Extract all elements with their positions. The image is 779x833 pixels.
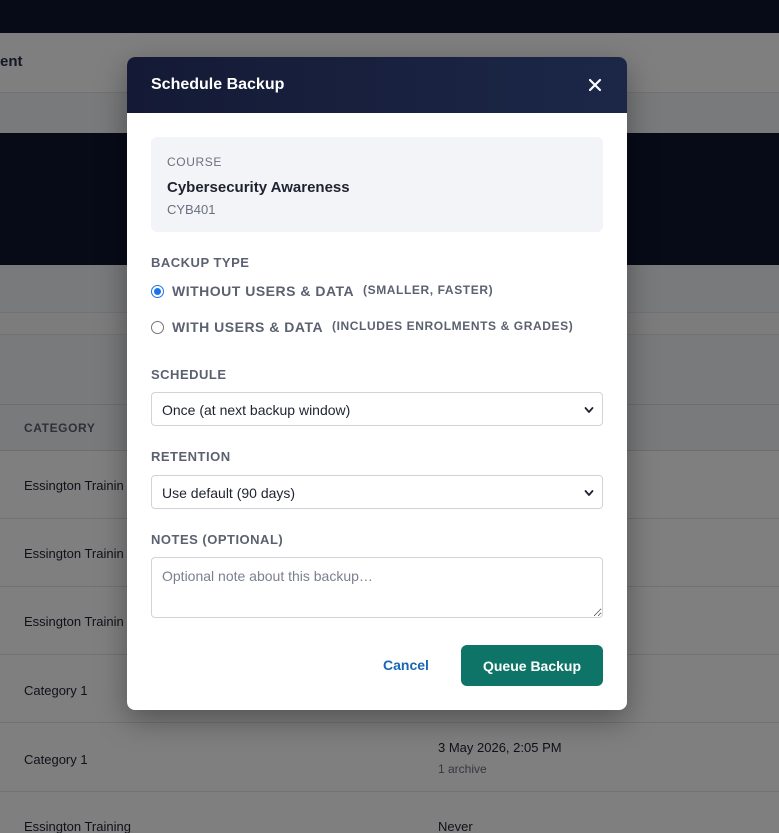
close-button[interactable] <box>583 73 607 97</box>
option-hint: (INCLUDES ENROLMENTS & GRADES) <box>332 319 574 333</box>
option-hint: (SMALLER, FASTER) <box>363 283 494 297</box>
schedule-backup-dialog: Schedule Backup COURSE Cybersecurity Awa… <box>127 57 627 710</box>
notes-label: NOTES (OPTIONAL) <box>151 532 284 547</box>
course-code: CYB401 <box>167 202 216 217</box>
backup-type-label: BACKUP TYPE <box>151 255 250 270</box>
course-label: COURSE <box>167 155 222 169</box>
chevron-down-icon <box>584 405 594 415</box>
option-label: WITH USERS & DATA <box>172 319 324 335</box>
course-name: Cybersecurity Awareness <box>167 179 350 196</box>
schedule-selected-value: Once (at next backup window) <box>162 402 351 418</box>
cancel-button[interactable]: Cancel <box>363 647 449 683</box>
radio-button-checked[interactable] <box>151 285 164 298</box>
backup-type-option-without-users[interactable]: WITHOUT USERS & DATA (SMALLER, FASTER) <box>151 282 603 302</box>
dialog-title: Schedule Backup <box>151 76 285 93</box>
schedule-label: SCHEDULE <box>151 367 227 382</box>
dialog-header: Schedule Backup <box>127 57 627 113</box>
notes-textarea[interactable] <box>151 557 603 618</box>
retention-label: RETENTION <box>151 449 231 464</box>
queue-backup-button[interactable]: Queue Backup <box>461 645 603 686</box>
backup-type-option-with-users[interactable]: WITH USERS & DATA (INCLUDES ENROLMENTS &… <box>151 318 603 338</box>
close-icon <box>583 73 607 97</box>
course-summary-card: COURSE Cybersecurity Awareness CYB401 <box>151 137 603 232</box>
radio-button[interactable] <box>151 321 164 334</box>
chevron-down-icon <box>584 488 594 498</box>
retention-selected-value: Use default (90 days) <box>162 485 296 501</box>
schedule-select[interactable]: Once (at next backup window) <box>151 392 603 426</box>
option-label: WITHOUT USERS & DATA <box>172 283 355 299</box>
retention-select[interactable]: Use default (90 days) <box>151 475 603 509</box>
